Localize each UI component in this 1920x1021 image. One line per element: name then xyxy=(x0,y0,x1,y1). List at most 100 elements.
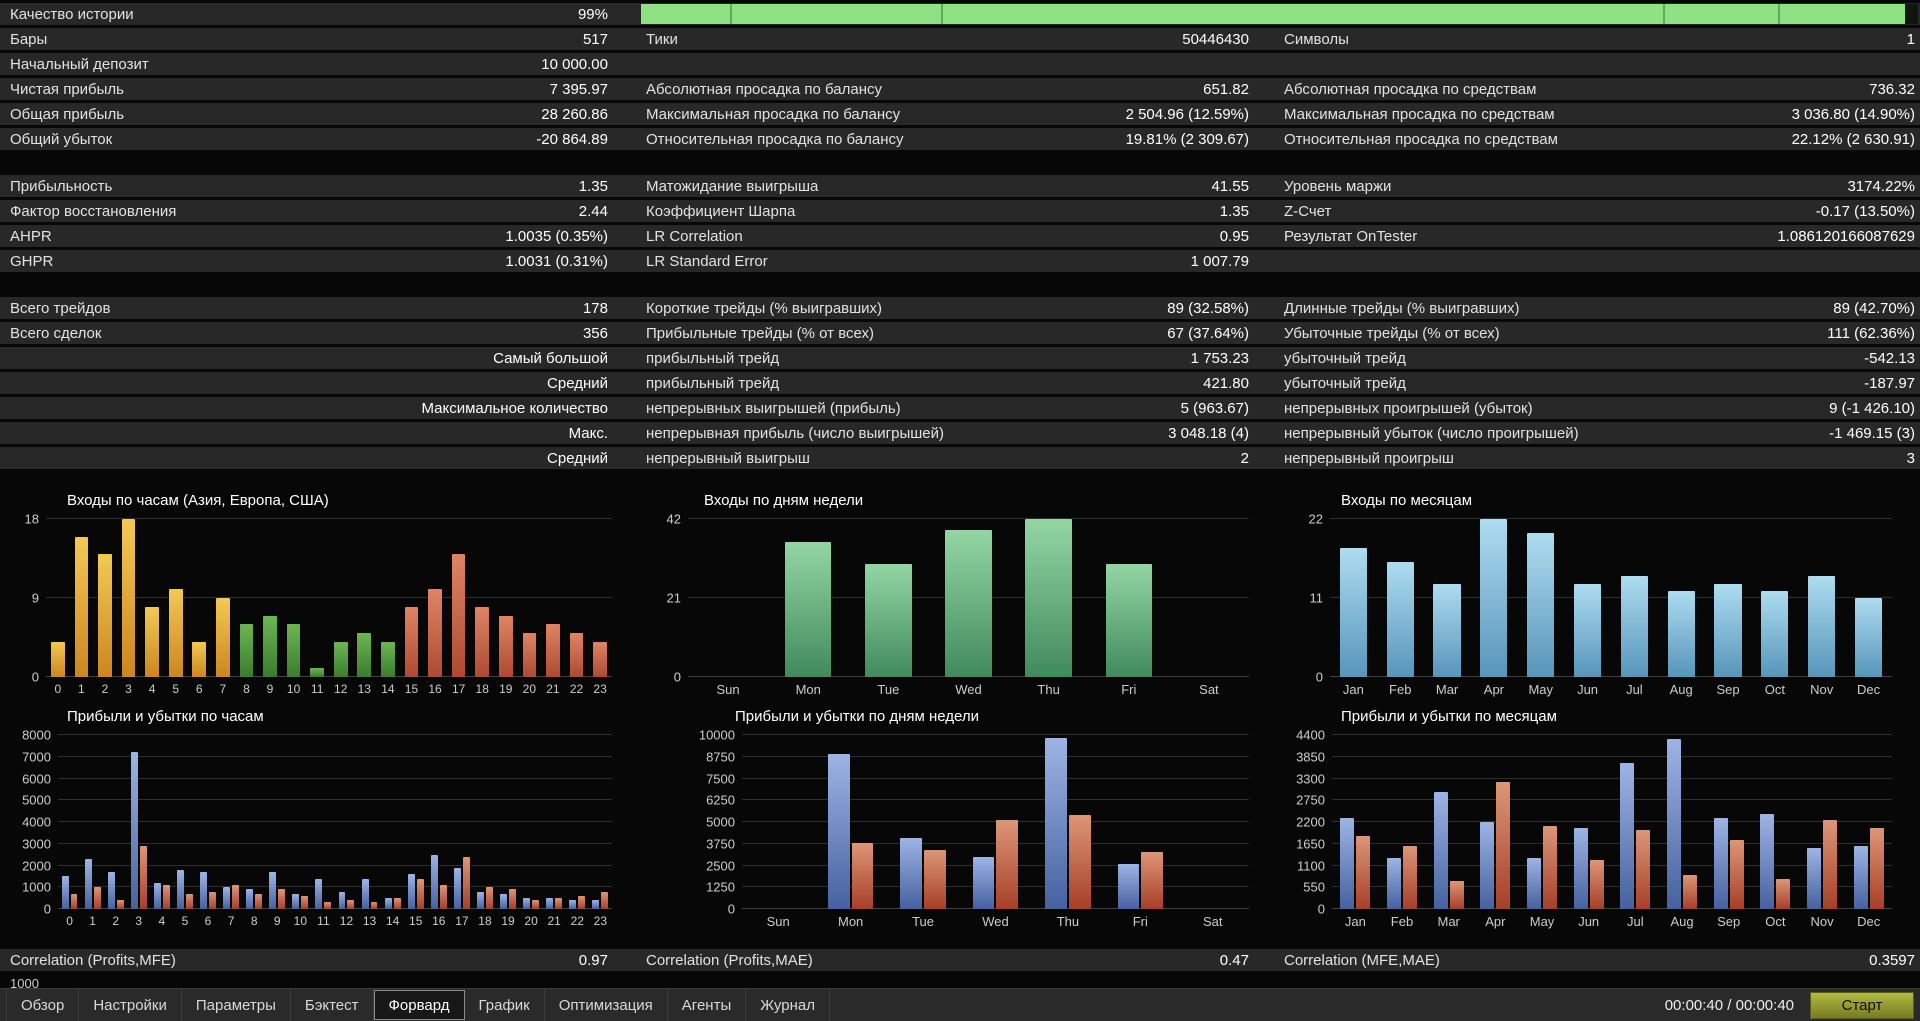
bar xyxy=(269,872,277,909)
y-tick-label: 0 xyxy=(43,901,51,917)
x-tick-label: Aug xyxy=(1669,682,1693,697)
tab-inputs[interactable]: Параметры xyxy=(182,989,291,1021)
stat-label: непрерывная прибыль (число выигрышей) xyxy=(646,424,944,442)
tab-journal[interactable]: Журнал xyxy=(746,989,830,1021)
bar-slot xyxy=(1032,735,1104,909)
bar-slot xyxy=(959,735,1031,909)
stat-label: непрерывный выигрыш xyxy=(646,449,810,467)
bar-slot xyxy=(1332,735,1379,909)
x-tick-label: 6 xyxy=(195,682,203,696)
x-tick-label: Nov xyxy=(1810,682,1834,697)
bar-slot xyxy=(848,519,928,677)
bar xyxy=(93,887,101,909)
x-tick-label: 8 xyxy=(243,682,250,696)
bar xyxy=(1356,835,1371,909)
y-tick-label: 42 xyxy=(666,511,681,527)
plot-area xyxy=(742,734,1249,909)
bar-slot xyxy=(243,735,266,909)
bar-slot xyxy=(211,519,235,677)
bar xyxy=(865,564,912,677)
y-tick-label: 1250 xyxy=(706,879,735,895)
bar xyxy=(1527,533,1555,677)
bar xyxy=(1573,583,1602,677)
y-tick-label: 7500 xyxy=(706,771,735,786)
stat-value: 3 048.18 (4) xyxy=(1168,424,1249,442)
bar xyxy=(361,878,369,909)
bar xyxy=(1543,825,1558,909)
bar-slot xyxy=(400,519,424,677)
bar-slot xyxy=(450,735,473,909)
y-tick-label: 4000 xyxy=(22,814,51,830)
bar xyxy=(255,893,263,909)
bar-slot xyxy=(1470,519,1517,677)
stat-value: -542.13 xyxy=(1864,349,1915,367)
tab-graph[interactable]: График xyxy=(465,989,545,1021)
y-axis: 10000 8750 7500 6250 5000 3750 2500 1250 0 xyxy=(690,729,742,916)
bar xyxy=(1853,845,1868,909)
stat-value: 7 395.97 xyxy=(549,80,608,98)
bar xyxy=(996,820,1019,909)
bar-slot xyxy=(565,519,589,677)
tab-optimization[interactable]: Оптимизация xyxy=(545,989,668,1021)
bar xyxy=(61,876,69,909)
bar xyxy=(1045,738,1067,909)
tab-overview[interactable]: Обзор xyxy=(6,989,80,1021)
bar xyxy=(1433,583,1461,677)
bar xyxy=(1667,590,1695,677)
y-tick-label: 7000 xyxy=(22,749,51,765)
bar-slot xyxy=(312,735,335,909)
y-tick-label: 2750 xyxy=(1296,792,1325,808)
stat-value: Самый большой xyxy=(493,349,608,367)
start-button[interactable]: Старт xyxy=(1810,991,1914,1019)
stat-label: Фактор восстановления xyxy=(10,202,177,220)
bar xyxy=(555,898,563,909)
bar-slot xyxy=(282,519,306,677)
bar-slot xyxy=(381,735,404,909)
bar xyxy=(1808,576,1836,677)
y-tick-label: 5000 xyxy=(22,792,51,808)
bar xyxy=(246,889,254,909)
y-axis: 8000 7000 6000 5000 4000 3000 2000 1000 0 xyxy=(10,729,58,916)
x-tick-label: Thu xyxy=(1056,914,1080,929)
bar-slot xyxy=(1472,735,1519,909)
x-tick-label: 12 xyxy=(339,914,354,928)
chart-title: Прибыли и убытки по дням недели xyxy=(735,708,980,725)
tab-forward[interactable]: Форвард xyxy=(373,990,465,1020)
y-tick-label: 10000 xyxy=(698,727,735,743)
x-tick-label: Jun xyxy=(1578,914,1600,929)
y-tick-label: 9 xyxy=(31,590,39,606)
plot-area xyxy=(1332,734,1892,909)
stat-value: 19.81% (2 309.67) xyxy=(1125,130,1249,148)
bar xyxy=(475,606,490,677)
tab-backtest[interactable]: Бэктест xyxy=(291,989,374,1021)
bar-slot xyxy=(541,519,565,677)
bar xyxy=(1667,738,1682,909)
x-tick-label: 1 xyxy=(89,914,96,928)
bar-slot xyxy=(447,519,471,677)
x-tick-label: Mon xyxy=(837,914,864,929)
bar xyxy=(1527,857,1542,909)
bar-slot xyxy=(1658,519,1705,677)
bar-slot xyxy=(305,519,329,677)
bar-slot xyxy=(768,519,848,677)
progress-segment-mark xyxy=(1662,4,1665,24)
stat-value: 50446430 xyxy=(1182,30,1249,48)
bar xyxy=(1636,829,1651,909)
stat-label: Общий убыток xyxy=(10,130,113,148)
tab-agents[interactable]: Агенты xyxy=(668,989,747,1021)
y-tick-label: 3300 xyxy=(1296,771,1325,786)
stat-label: Тики xyxy=(646,30,678,48)
stat-value: 99% xyxy=(577,5,608,23)
x-tick-label: Wed xyxy=(955,682,982,697)
tab-settings[interactable]: Настройки xyxy=(79,989,182,1021)
bar xyxy=(301,895,309,909)
x-tick-label: 4 xyxy=(158,914,166,928)
x-tick-label: Oct xyxy=(1764,682,1785,697)
y-tick-label: 6250 xyxy=(706,792,735,808)
stat-label: прибыльный трейд xyxy=(646,349,780,367)
y-tick-label: 11 xyxy=(1309,590,1324,606)
stat-label: Абсолютная просадка по балансу xyxy=(646,80,882,98)
bar xyxy=(333,641,348,677)
y-tick-label: 5000 xyxy=(706,814,735,830)
bar-slot xyxy=(140,519,164,677)
